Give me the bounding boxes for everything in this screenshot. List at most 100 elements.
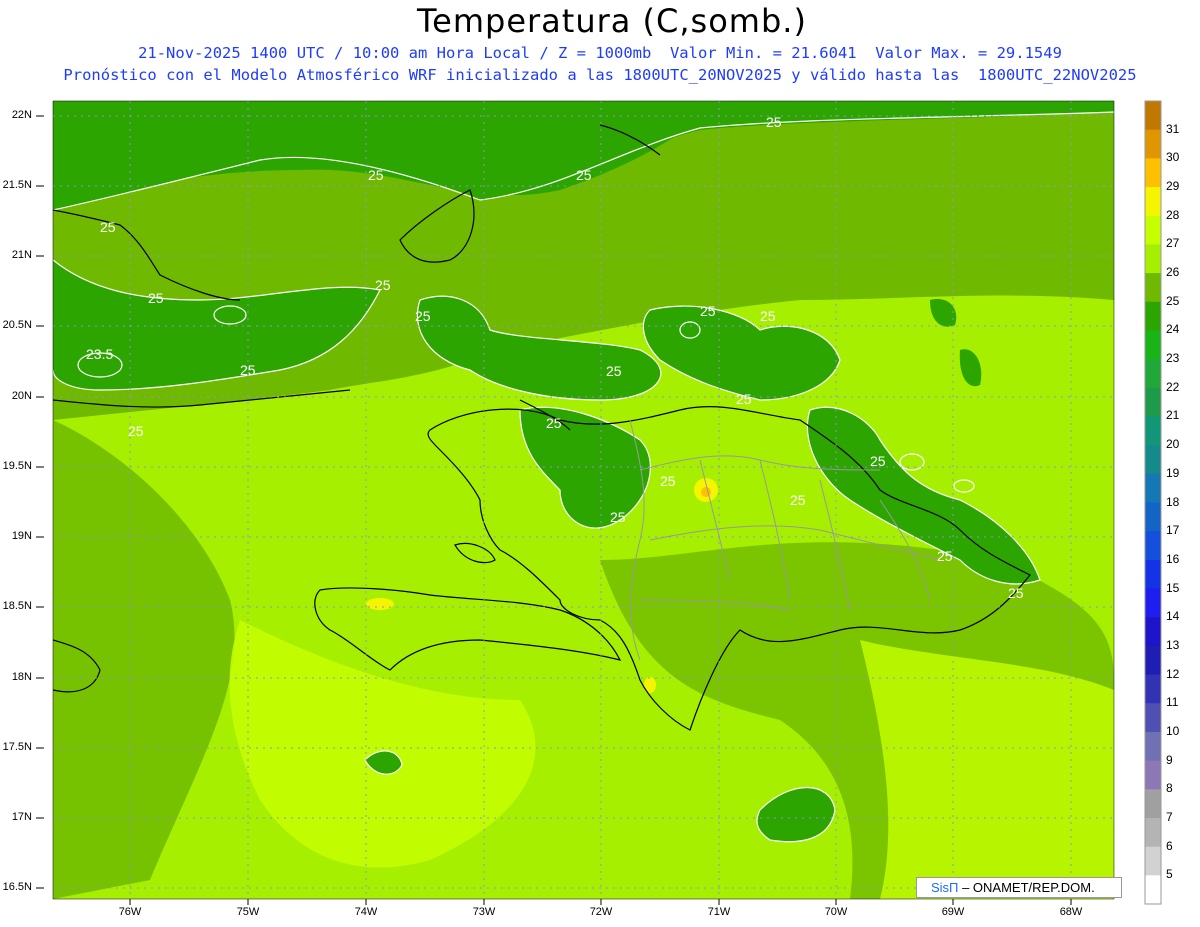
- colorbar-swatch: [1145, 244, 1161, 274]
- colorbar-label: 29: [1166, 179, 1180, 194]
- lat-label: 18.5N: [2, 600, 32, 612]
- colorbar-swatch: [1145, 473, 1161, 503]
- colorbar-swatch: [1145, 703, 1161, 733]
- lat-label: 20.5N: [2, 319, 32, 331]
- colorbar-label: 9: [1166, 752, 1173, 767]
- credit-box: SisΠ – ONAMET/REP.DOM.: [916, 877, 1122, 898]
- lon-label: 72W: [589, 906, 613, 918]
- colorbar-label: 7: [1166, 809, 1173, 824]
- contour-label: 25: [736, 391, 752, 407]
- contour-label: 25: [870, 453, 886, 469]
- colorbar-swatch: [1145, 445, 1161, 475]
- colorbar-label: 26: [1166, 265, 1180, 280]
- lat-label: 21N: [11, 249, 32, 261]
- field-27-28-east: [860, 640, 1114, 899]
- contour-label: 25: [375, 277, 391, 293]
- colorbar-swatch: [1145, 158, 1161, 188]
- colorbar-swatch: [1145, 301, 1161, 331]
- map-title: Temperatura (C,somb.): [417, 2, 807, 40]
- colorbar-label: 28: [1166, 207, 1180, 222]
- contour-label: 25: [606, 363, 622, 379]
- credit-text: – ONAMET/REP.DOM.: [958, 880, 1095, 895]
- colorbar-swatch: [1145, 588, 1161, 618]
- colorbar-label: 22: [1166, 379, 1180, 394]
- colorbar-swatch: [1145, 387, 1161, 417]
- colorbar-swatch: [1145, 416, 1161, 446]
- colorbar-swatch: [1145, 789, 1161, 819]
- contour-label: 25: [790, 492, 806, 508]
- colorbar-swatch: [1145, 674, 1161, 704]
- temperature-field: 25 25 25 25 25 25 25 25 23.5 25 25 25 25…: [53, 101, 1114, 899]
- colorbar-label: 10: [1166, 723, 1180, 738]
- colorbar-swatch: [1145, 817, 1161, 848]
- colorbar-swatch: [1145, 215, 1161, 245]
- colorbar-swatch: [1145, 187, 1161, 217]
- colorbar-swatch: [1145, 559, 1161, 590]
- colorbar-swatch: [1145, 359, 1161, 389]
- lat-label: 19N: [11, 530, 32, 542]
- contour-label: 25: [576, 167, 592, 183]
- lat-label: 19.5N: [2, 460, 32, 472]
- contour-label: 25: [660, 473, 676, 489]
- contour-label: 25: [700, 303, 716, 319]
- colorbar: [1144, 100, 1162, 905]
- colorbar-label: 19: [1166, 465, 1180, 480]
- colorbar-label: 11: [1166, 695, 1179, 710]
- contour-label: 25: [240, 362, 256, 378]
- lat-label: 17N: [11, 811, 32, 823]
- lat-label: 18N: [11, 671, 32, 683]
- colorbar-label: 31: [1166, 121, 1180, 136]
- lat-label: 21.5N: [2, 179, 32, 191]
- contour-label: 25: [766, 114, 782, 130]
- colorbar-swatch: [1145, 875, 1161, 905]
- colorbar-swatch: [1145, 273, 1161, 303]
- colorbar-swatch: [1145, 502, 1161, 532]
- contour-label: 25: [128, 423, 144, 439]
- colorbar-swatch: [1145, 129, 1161, 159]
- lon-label: 75W: [236, 906, 260, 918]
- lat-label: 22N: [11, 109, 32, 121]
- colorbar-label: 15: [1166, 580, 1180, 595]
- colorbar-label: 27: [1166, 236, 1180, 251]
- lon-label: 74W: [354, 906, 378, 918]
- model-info-line: Pronóstico con el Modelo Atmosférico WRF…: [63, 66, 1137, 84]
- lat-label: 17.5N: [2, 741, 32, 753]
- colorbar-swatch: [1145, 617, 1161, 647]
- colorbar-label: 21: [1166, 408, 1180, 423]
- contour-label: 25: [100, 219, 116, 235]
- lat-label: 16.5N: [2, 881, 32, 893]
- colorbar-label: 30: [1166, 150, 1180, 165]
- colorbar-label: 20: [1166, 437, 1180, 452]
- colorbar-label: 17: [1166, 523, 1180, 538]
- contour-label: 25: [368, 167, 384, 183]
- colorbar-label: 5: [1166, 867, 1173, 882]
- colorbar-label: 16: [1166, 551, 1180, 566]
- colorbar-swatch: [1145, 531, 1161, 561]
- colorbar-swatch: [1145, 101, 1161, 131]
- contour-label: 25: [148, 290, 164, 306]
- lon-label: 68W: [1059, 906, 1083, 918]
- lon-label: 73W: [472, 906, 496, 918]
- colorbar-label: 14: [1166, 609, 1180, 624]
- field-29-max: [701, 487, 711, 497]
- contour-label: 25: [415, 308, 431, 324]
- lon-label: 69W: [941, 906, 965, 918]
- colorbar-swatch: [1145, 645, 1161, 676]
- colorbar-swatch: [1145, 731, 1161, 762]
- colorbar-swatch: [1145, 760, 1161, 790]
- colorbar-label: 12: [1166, 666, 1180, 681]
- contour-label: 25: [1008, 585, 1024, 601]
- colorbar-swatch: [1145, 846, 1161, 876]
- field-28-haiti: [366, 598, 394, 610]
- contour-label: 25: [760, 308, 776, 324]
- lon-label: 71W: [707, 906, 731, 918]
- colorbar-label: 18: [1166, 494, 1180, 509]
- colorbar-label: 23: [1166, 351, 1180, 366]
- colorbar-swatch: [1145, 330, 1161, 360]
- colorbar-label: 13: [1166, 637, 1180, 652]
- sispi-logo-text: SisΠ: [931, 880, 959, 895]
- lon-label: 70W: [824, 906, 848, 918]
- colorbar-label: 25: [1166, 293, 1180, 308]
- lat-label: 20N: [11, 390, 32, 402]
- colorbar-label: 6: [1166, 838, 1173, 853]
